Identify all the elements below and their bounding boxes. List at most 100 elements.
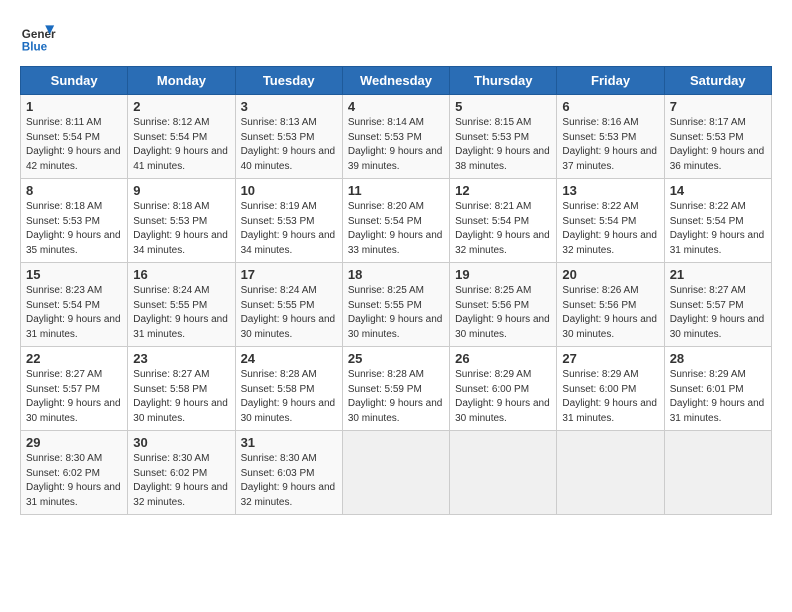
calendar-cell: 22Sunrise: 8:27 AMSunset: 5:57 PMDayligh… — [21, 347, 128, 431]
day-info: Sunrise: 8:30 AMSunset: 6:02 PMDaylight:… — [133, 453, 228, 508]
calendar-table: SundayMondayTuesdayWednesdayThursdayFrid… — [20, 66, 772, 515]
calendar-week-row: 8 Sunrise: 8:18 AMSunset: 5:53 PMDaylight… — [21, 179, 772, 263]
calendar-cell: 1 Sunrise: 8:11 AMSunset: 5:54 PMDaylight… — [21, 95, 128, 179]
day-number: 19 — [455, 267, 551, 282]
day-number: 4 — [348, 99, 444, 114]
day-info: Sunrise: 8:11 AMSunset: 5:54 PMDaylight:… — [26, 117, 121, 172]
calendar-cell: 5 Sunrise: 8:15 AMSunset: 5:53 PMDaylight… — [450, 95, 557, 179]
calendar-cell: 30 Sunrise: 8:30 AMSunset: 6:02 PMDayligh… — [128, 431, 235, 515]
calendar-cell: 10 Sunrise: 8:19 AMSunset: 5:53 PMDayligh… — [235, 179, 342, 263]
calendar-week-row: 1 Sunrise: 8:11 AMSunset: 5:54 PMDaylight… — [21, 95, 772, 179]
calendar-cell: 2 Sunrise: 8:12 AMSunset: 5:54 PMDaylight… — [128, 95, 235, 179]
day-number: 16 — [133, 267, 229, 282]
day-info: Sunrise: 8:27 AMSunset: 5:58 PMDaylight:… — [133, 369, 228, 424]
day-number: 6 — [562, 99, 658, 114]
calendar-cell: 26 Sunrise: 8:29 AMSunset: 6:00 PMDayligh… — [450, 347, 557, 431]
weekday-header: Monday — [128, 67, 235, 95]
day-info: Sunrise: 8:23 AMSunset: 5:54 PMDaylight:… — [26, 285, 121, 340]
day-info: Sunrise: 8:28 AMSunset: 5:58 PMDaylight:… — [241, 369, 336, 424]
calendar-week-row: 15 Sunrise: 8:23 AMSunset: 5:54 PMDayligh… — [21, 263, 772, 347]
day-number: 27 — [562, 351, 658, 366]
weekday-header: Thursday — [450, 67, 557, 95]
calendar-cell: 11 Sunrise: 8:20 AMSunset: 5:54 PMDayligh… — [342, 179, 449, 263]
day-number: 10 — [241, 183, 337, 198]
calendar-week-row: 29Sunrise: 8:30 AMSunset: 6:02 PMDayligh… — [21, 431, 772, 515]
day-info: Sunrise: 8:30 AMSunset: 6:03 PMDaylight:… — [241, 453, 336, 508]
day-number: 26 — [455, 351, 551, 366]
day-info: Sunrise: 8:30 AMSunset: 6:02 PMDaylight:… — [26, 453, 121, 508]
calendar-cell: 3Sunrise: 8:13 AMSunset: 5:53 PMDaylight… — [235, 95, 342, 179]
day-info: Sunrise: 8:16 AMSunset: 5:53 PMDaylight:… — [562, 117, 657, 172]
calendar-cell: 13 Sunrise: 8:22 AMSunset: 5:54 PMDayligh… — [557, 179, 664, 263]
weekday-header: Friday — [557, 67, 664, 95]
day-number: 9 — [133, 183, 229, 198]
day-info: Sunrise: 8:19 AMSunset: 5:53 PMDaylight:… — [241, 201, 336, 256]
calendar-cell: 19 Sunrise: 8:25 AMSunset: 5:56 PMDayligh… — [450, 263, 557, 347]
weekday-header: Sunday — [21, 67, 128, 95]
day-number: 7 — [670, 99, 766, 114]
day-info: Sunrise: 8:13 AMSunset: 5:53 PMDaylight:… — [241, 117, 336, 172]
calendar-cell: 23Sunrise: 8:27 AMSunset: 5:58 PMDayligh… — [128, 347, 235, 431]
day-number: 24 — [241, 351, 337, 366]
calendar-cell: 20Sunrise: 8:26 AMSunset: 5:56 PMDayligh… — [557, 263, 664, 347]
day-info: Sunrise: 8:22 AMSunset: 5:54 PMDaylight:… — [670, 201, 765, 256]
day-number: 31 — [241, 435, 337, 450]
day-info: Sunrise: 8:17 AMSunset: 5:53 PMDaylight:… — [670, 117, 765, 172]
day-number: 17 — [241, 267, 337, 282]
day-number: 5 — [455, 99, 551, 114]
calendar-cell: 16 Sunrise: 8:24 AMSunset: 5:55 PMDayligh… — [128, 263, 235, 347]
day-number: 28 — [670, 351, 766, 366]
day-info: Sunrise: 8:12 AMSunset: 5:54 PMDaylight:… — [133, 117, 228, 172]
calendar-cell: 15 Sunrise: 8:23 AMSunset: 5:54 PMDayligh… — [21, 263, 128, 347]
logo-icon: General Blue — [20, 20, 56, 56]
logo: General Blue — [20, 20, 56, 56]
day-info: Sunrise: 8:21 AMSunset: 5:54 PMDaylight:… — [455, 201, 550, 256]
day-number: 8 — [26, 183, 122, 198]
day-info: Sunrise: 8:15 AMSunset: 5:53 PMDaylight:… — [455, 117, 550, 172]
calendar-cell: 24 Sunrise: 8:28 AMSunset: 5:58 PMDayligh… — [235, 347, 342, 431]
day-info: Sunrise: 8:26 AMSunset: 5:56 PMDaylight:… — [562, 285, 657, 340]
day-number: 14 — [670, 183, 766, 198]
calendar-cell — [664, 431, 771, 515]
day-number: 2 — [133, 99, 229, 114]
day-info: Sunrise: 8:27 AMSunset: 5:57 PMDaylight:… — [670, 285, 765, 340]
day-number: 15 — [26, 267, 122, 282]
day-number: 11 — [348, 183, 444, 198]
day-info: Sunrise: 8:22 AMSunset: 5:54 PMDaylight:… — [562, 201, 657, 256]
day-number: 25 — [348, 351, 444, 366]
day-info: Sunrise: 8:28 AMSunset: 5:59 PMDaylight:… — [348, 369, 443, 424]
day-number: 1 — [26, 99, 122, 114]
day-info: Sunrise: 8:29 AMSunset: 6:01 PMDaylight:… — [670, 369, 765, 424]
calendar-cell: 6 Sunrise: 8:16 AMSunset: 5:53 PMDaylight… — [557, 95, 664, 179]
day-number: 12 — [455, 183, 551, 198]
calendar-cell: 29Sunrise: 8:30 AMSunset: 6:02 PMDayligh… — [21, 431, 128, 515]
day-number: 30 — [133, 435, 229, 450]
calendar-cell: 28 Sunrise: 8:29 AMSunset: 6:01 PMDayligh… — [664, 347, 771, 431]
calendar-cell — [342, 431, 449, 515]
calendar-cell: 17 Sunrise: 8:24 AMSunset: 5:55 PMDayligh… — [235, 263, 342, 347]
day-info: Sunrise: 8:18 AMSunset: 5:53 PMDaylight:… — [26, 201, 121, 256]
day-info: Sunrise: 8:24 AMSunset: 5:55 PMDaylight:… — [241, 285, 336, 340]
calendar-cell: 4 Sunrise: 8:14 AMSunset: 5:53 PMDaylight… — [342, 95, 449, 179]
day-number: 22 — [26, 351, 122, 366]
calendar-cell: 27 Sunrise: 8:29 AMSunset: 6:00 PMDayligh… — [557, 347, 664, 431]
day-info: Sunrise: 8:18 AMSunset: 5:53 PMDaylight:… — [133, 201, 228, 256]
day-number: 21 — [670, 267, 766, 282]
calendar-cell: 9 Sunrise: 8:18 AMSunset: 5:53 PMDaylight… — [128, 179, 235, 263]
day-info: Sunrise: 8:14 AMSunset: 5:53 PMDaylight:… — [348, 117, 443, 172]
day-number: 18 — [348, 267, 444, 282]
calendar-cell: 12 Sunrise: 8:21 AMSunset: 5:54 PMDayligh… — [450, 179, 557, 263]
day-info: Sunrise: 8:25 AMSunset: 5:56 PMDaylight:… — [455, 285, 550, 340]
weekday-header: Saturday — [664, 67, 771, 95]
day-info: Sunrise: 8:29 AMSunset: 6:00 PMDaylight:… — [455, 369, 550, 424]
day-info: Sunrise: 8:25 AMSunset: 5:55 PMDaylight:… — [348, 285, 443, 340]
day-number: 13 — [562, 183, 658, 198]
calendar-week-row: 22Sunrise: 8:27 AMSunset: 5:57 PMDayligh… — [21, 347, 772, 431]
calendar-cell: 25 Sunrise: 8:28 AMSunset: 5:59 PMDayligh… — [342, 347, 449, 431]
day-info: Sunrise: 8:29 AMSunset: 6:00 PMDaylight:… — [562, 369, 657, 424]
day-info: Sunrise: 8:24 AMSunset: 5:55 PMDaylight:… — [133, 285, 228, 340]
weekday-header: Wednesday — [342, 67, 449, 95]
weekday-header: Tuesday — [235, 67, 342, 95]
calendar-cell: 21 Sunrise: 8:27 AMSunset: 5:57 PMDayligh… — [664, 263, 771, 347]
day-info: Sunrise: 8:20 AMSunset: 5:54 PMDaylight:… — [348, 201, 443, 256]
